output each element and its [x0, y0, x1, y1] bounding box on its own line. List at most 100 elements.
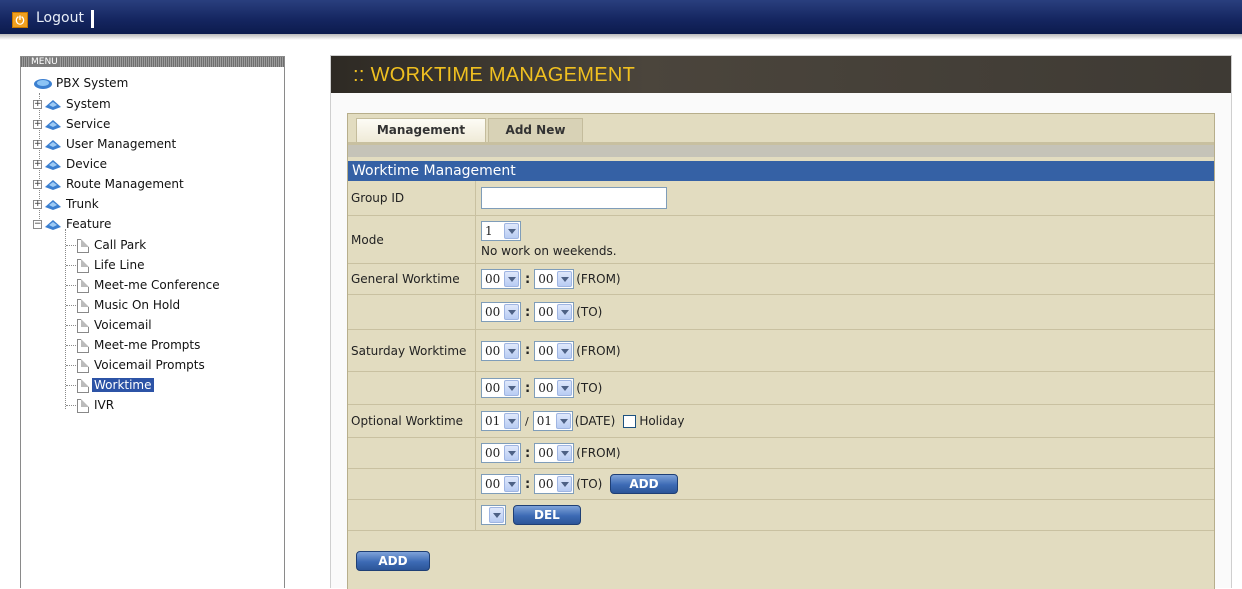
form-container: Management Add New Worktime Management G… [347, 113, 1215, 589]
expand-icon[interactable]: + [33, 100, 42, 109]
page-icon [77, 318, 89, 333]
folder-globe-icon [45, 119, 61, 130]
from-label: (FROM) [576, 343, 621, 358]
holiday-label: Holiday [639, 414, 685, 428]
menu-title: MENU [21, 57, 284, 67]
group-id-cell [481, 181, 1214, 215]
time-colon: : [525, 445, 531, 461]
empty-label [348, 295, 476, 329]
dropdown-arrow-icon [504, 445, 519, 461]
dropdown-arrow-icon [557, 342, 573, 359]
row-optional-from: 00 : 00 (FROM) [348, 438, 1214, 469]
general-to-cell: 00 : 00 (TO) [481, 295, 1214, 329]
optional-to-cell: 00 : 00 (TO) ADD [481, 469, 1214, 499]
tree-item-service[interactable]: + Service [33, 115, 112, 133]
row-group-id: Group ID [348, 181, 1214, 216]
time-colon: : [525, 304, 531, 320]
expand-icon[interactable]: + [33, 120, 42, 129]
optional-from-hour-select[interactable]: 00 [481, 443, 521, 463]
optional-date-cell: 01 / 01 (DATE) Holiday [481, 405, 1214, 437]
tree-item-device[interactable]: + Device [33, 155, 109, 173]
tree-item-voicemail-prompts[interactable]: Voicemail Prompts [77, 356, 207, 374]
time-colon: : [525, 271, 531, 287]
tree-item-worktime[interactable]: Worktime [77, 376, 154, 394]
tree-item-meet-me-conference[interactable]: Meet-me Conference [77, 276, 222, 294]
logout-link[interactable]: Logout [36, 10, 84, 26]
group-id-label: Group ID [348, 181, 476, 215]
tree-item-meet-me-prompts[interactable]: Meet-me Prompts [77, 336, 202, 354]
optional-worktime-list-select[interactable] [481, 505, 506, 525]
tree-line [65, 229, 66, 409]
optional-from-minute-select[interactable]: 00 [534, 443, 575, 463]
mode-label: Mode [348, 216, 476, 263]
saturday-to-hour-select[interactable]: 00 [481, 378, 521, 398]
power-icon[interactable]: ⏻ [12, 12, 28, 28]
page-icon [77, 378, 89, 393]
mode-select[interactable]: 1 [481, 221, 521, 241]
time-colon: : [525, 476, 531, 492]
add-optional-worktime-button[interactable]: ADD [610, 474, 678, 494]
add-button[interactable]: ADD [356, 551, 430, 571]
expand-icon[interactable]: + [33, 140, 42, 149]
folder-globe-icon [45, 159, 61, 170]
tree-item-life-line[interactable]: Life Line [77, 256, 146, 274]
group-id-input[interactable] [481, 187, 667, 209]
page-icon [77, 398, 89, 413]
saturday-to-minute-select[interactable]: 00 [534, 378, 575, 398]
delete-optional-worktime-button[interactable]: DEL [513, 505, 581, 525]
folder-globe-icon [45, 179, 61, 190]
collapse-icon[interactable]: − [33, 220, 42, 229]
dropdown-arrow-icon [504, 271, 519, 287]
tree-branch [66, 385, 76, 386]
page-title: :: WORKTIME MANAGEMENT [353, 64, 636, 86]
dropdown-arrow-icon [557, 476, 573, 492]
dropdown-arrow-icon [557, 304, 573, 320]
tree-item-route-management[interactable]: + Route Management [33, 175, 186, 193]
mode-note: No work on weekends. [481, 244, 617, 258]
dropdown-arrow-icon [489, 507, 504, 523]
tree-branch [66, 285, 76, 286]
optional-month-select[interactable]: 01 [481, 411, 521, 431]
to-label: (TO) [576, 305, 603, 319]
general-to-minute-select[interactable]: 00 [534, 302, 575, 322]
general-from-hour-select[interactable]: 00 [481, 269, 521, 289]
saturday-from-minute-select[interactable]: 00 [534, 340, 575, 361]
tab-management[interactable]: Management [356, 118, 486, 142]
expand-icon[interactable]: + [33, 200, 42, 209]
empty-label [348, 372, 476, 404]
tree-root-pbx-system[interactable]: PBX System [33, 74, 130, 92]
empty-label [348, 469, 476, 499]
tree-item-call-park[interactable]: Call Park [77, 236, 148, 254]
tree-item-feature[interactable]: − Feature [33, 215, 113, 233]
tree-item-trunk[interactable]: + Trunk [33, 195, 101, 213]
general-from-minute-select[interactable]: 00 [534, 269, 575, 289]
optional-list-cell: DEL [481, 500, 1214, 530]
saturday-to-cell: 00 : 00 (TO) [481, 372, 1214, 404]
dropdown-arrow-icon [504, 304, 519, 320]
optional-to-minute-select[interactable]: 00 [534, 474, 575, 494]
folder-globe-icon [45, 199, 61, 210]
saturday-worktime-label: Saturday Worktime [348, 330, 476, 371]
saturday-from-hour-select[interactable]: 00 [481, 340, 521, 361]
dropdown-arrow-icon [504, 476, 519, 492]
tree-item-music-on-hold[interactable]: Music On Hold [77, 296, 182, 314]
general-to-hour-select[interactable]: 00 [481, 302, 521, 322]
page-icon [77, 338, 89, 353]
page-icon [77, 358, 89, 373]
expand-icon[interactable]: + [33, 180, 42, 189]
tab-add-new[interactable]: Add New [488, 118, 583, 142]
expand-icon[interactable]: + [33, 160, 42, 169]
page-icon [77, 298, 89, 313]
panel-header: :: WORKTIME MANAGEMENT [331, 56, 1231, 93]
tree-item-ivr[interactable]: IVR [77, 396, 116, 414]
tree-item-system[interactable]: + System [33, 95, 113, 113]
optional-to-hour-select[interactable]: 00 [481, 474, 521, 494]
holiday-checkbox[interactable] [623, 414, 637, 428]
tree-branch [66, 345, 76, 346]
folder-globe-icon [45, 99, 61, 110]
folder-open-globe-icon [45, 219, 61, 230]
tree-item-voicemail[interactable]: Voicemail [77, 316, 154, 334]
tree-item-user-management[interactable]: + User Management [33, 135, 178, 153]
row-saturday-from: Saturday Worktime 00 : 00 (FROM) [348, 330, 1214, 372]
optional-day-select[interactable]: 01 [532, 411, 573, 431]
